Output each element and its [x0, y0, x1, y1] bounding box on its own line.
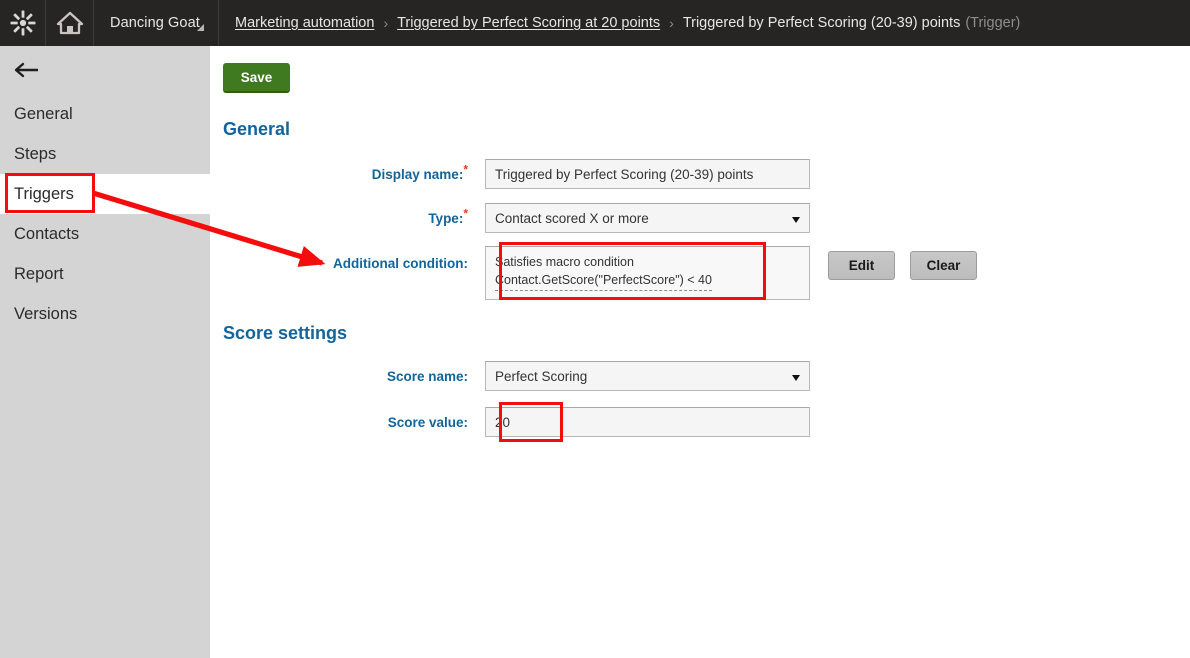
required-asterisk-icon: * [463, 162, 468, 176]
sidebar-item-label: Triggers [14, 184, 74, 203]
condition-macro-expression: Contact.GetScore("PerfectScore") < 40 [495, 271, 712, 291]
breadcrumb-current-type: (Trigger) [965, 15, 1021, 31]
display-name-label: Display name:* [371, 162, 468, 182]
section-heading-score-settings: Score settings [223, 323, 348, 343]
chevron-down-icon [792, 217, 800, 223]
corner-triangle-icon [197, 24, 204, 31]
breadcrumb-separator-icon-2: › [669, 15, 674, 31]
edit-condition-button[interactable]: Edit [828, 251, 895, 280]
sidebar-item-contacts[interactable]: Contacts [0, 214, 210, 254]
form-row-score-name: Score name: Perfect Scoring [210, 361, 810, 391]
sidebar-item-label: Report [14, 264, 64, 283]
display-name-input[interactable]: Triggered by Perfect Scoring (20-39) poi… [485, 159, 810, 189]
form-row-display-name: Display name:* Triggered by Perfect Scor… [210, 159, 810, 189]
main-content: Save General Display name:* Triggered by… [210, 46, 1190, 658]
sidebar-item-label: General [14, 104, 73, 123]
sidebar-item-general[interactable]: General [0, 94, 210, 134]
score-name-label: Score name: [386, 368, 468, 384]
form-row-additional-condition: Additional condition: Satisfies macro co… [210, 246, 810, 300]
sidebar-item-label: Steps [14, 144, 57, 163]
section-heading-general: General [223, 119, 291, 139]
sidebar-item-steps[interactable]: Steps [0, 134, 210, 174]
kentico-star-icon[interactable] [0, 0, 46, 46]
sidebar-item-label: Versions [14, 304, 78, 323]
score-value-label: Score value: [387, 414, 468, 430]
breadcrumb-item-marketing-automation[interactable]: Marketing automation [235, 15, 374, 31]
required-asterisk-icon: * [463, 206, 468, 220]
site-selector[interactable]: Dancing Goat [94, 0, 219, 46]
additional-condition-value[interactable]: Satisfies macro condition Contact.GetSco… [485, 246, 810, 300]
breadcrumb-item-process[interactable]: Triggered by Perfect Scoring at 20 point… [397, 15, 660, 31]
sidebar-item-label: Contacts [14, 224, 80, 243]
score-name-select[interactable]: Perfect Scoring [485, 361, 810, 391]
form-row-score-value: Score value: 20 [210, 407, 810, 437]
sidebar-back-button[interactable] [0, 46, 210, 94]
type-select[interactable]: Contact scored X or more [485, 203, 810, 233]
application-window: Dancing Goat Marketing automation › Trig… [0, 0, 1190, 658]
sidebar: General Steps Triggers Contacts Report V… [0, 46, 210, 658]
save-button[interactable]: Save [223, 63, 290, 93]
type-select-value: Contact scored X or more [495, 210, 649, 226]
type-label: Type:* [428, 206, 468, 226]
site-selector-label: Dancing Goat [110, 15, 200, 31]
score-name-select-value: Perfect Scoring [495, 368, 588, 384]
breadcrumb: Marketing automation › Triggered by Perf… [219, 0, 1020, 46]
top-navigation-bar: Dancing Goat Marketing automation › Trig… [0, 0, 1190, 46]
additional-condition-label: Additional condition: [333, 256, 468, 271]
chevron-down-icon [792, 375, 800, 381]
breadcrumb-separator-icon: › [383, 15, 389, 31]
home-icon[interactable] [46, 0, 94, 46]
score-value-input[interactable]: 20 [485, 407, 810, 437]
form-row-type: Type:* Contact scored X or more [210, 203, 810, 233]
breadcrumb-item-current: Triggered by Perfect Scoring (20-39) poi… [682, 15, 961, 31]
back-arrow-icon [14, 62, 38, 78]
clear-condition-button[interactable]: Clear [910, 251, 977, 280]
sidebar-item-triggers[interactable]: Triggers [0, 174, 210, 214]
sidebar-item-report[interactable]: Report [0, 254, 210, 294]
condition-line-1: Satisfies macro condition [495, 255, 634, 269]
sidebar-item-versions[interactable]: Versions [0, 294, 210, 334]
